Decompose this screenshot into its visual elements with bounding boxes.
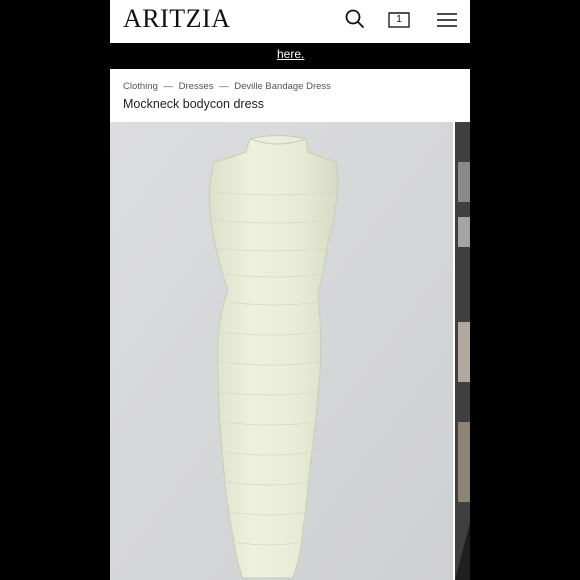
room-thumbnail	[455, 122, 470, 580]
banner-link[interactable]: here.	[277, 47, 304, 61]
promo-banner: here.	[110, 43, 470, 69]
bag-count: 1	[396, 14, 402, 25]
breadcrumb-item-current[interactable]: Deville Bandage Dress	[234, 81, 331, 92]
next-image-preview[interactable]	[455, 122, 470, 580]
breadcrumb-item-clothing[interactable]: Clothing	[123, 81, 158, 92]
phone-screen: ARITZIA 1 here. Clothing — Dresses — Dev…	[110, 0, 470, 580]
breadcrumb-separator: —	[219, 81, 229, 92]
breadcrumb: Clothing — Dresses — Deville Bandage Dre…	[123, 81, 334, 92]
site-header: ARITZIA 1	[110, 0, 470, 43]
product-image[interactable]	[110, 122, 453, 580]
product-title: Mockneck bodycon dress	[123, 97, 265, 111]
dress-illustration	[110, 122, 453, 580]
breadcrumb-item-dresses[interactable]: Dresses	[179, 81, 214, 92]
breadcrumb-separator: —	[163, 81, 174, 92]
brand-logo[interactable]: ARITZIA	[123, 4, 230, 34]
search-icon[interactable]	[344, 8, 366, 35]
bag-icon[interactable]: 1	[388, 9, 410, 29]
menu-icon[interactable]	[436, 12, 458, 33]
